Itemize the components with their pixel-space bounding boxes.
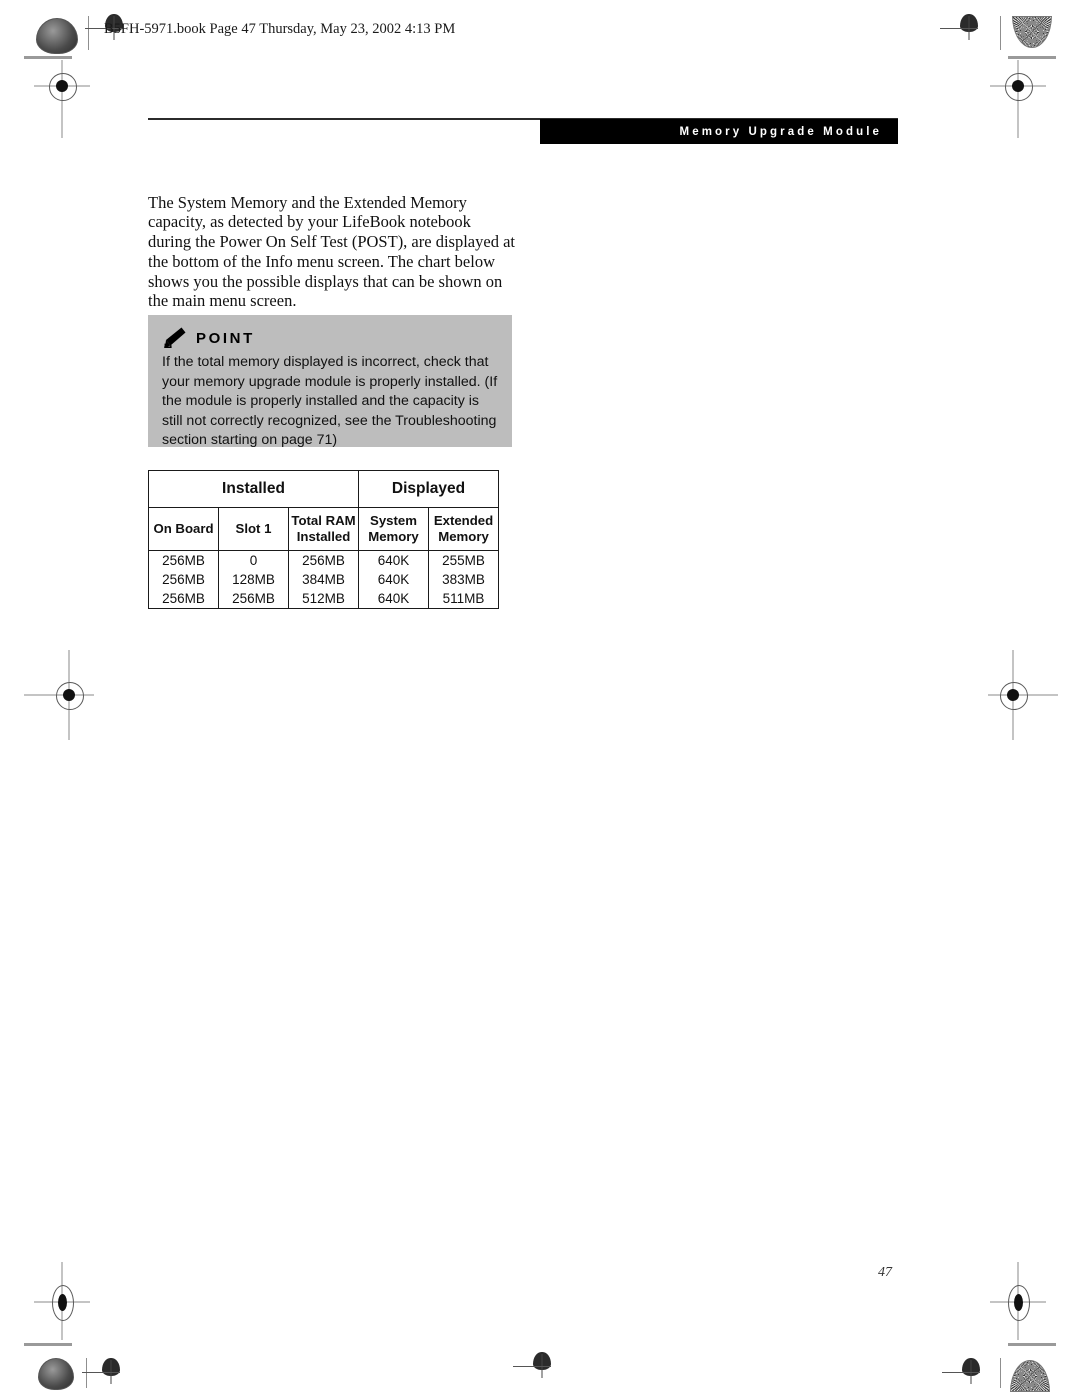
registration-mark-mid-right [988,650,1058,740]
trim-tick-bottom-right [1008,1343,1056,1346]
printer-mark-divider-bottom-left [86,1358,87,1388]
memory-configuration-table: Installed Displayed On Board Slot 1 Tota… [148,470,500,609]
point-callout-header: POINT [162,325,255,351]
table-column-header-extended-memory: Extended Memory [427,507,500,551]
document-page: B5FH-5971.book Page 47 Thursday, May 23,… [0,0,1080,1397]
cell-on-board: 256MB [148,589,219,609]
table-column-header-slot-1: Slot 1 [218,507,289,551]
cell-on-board: 256MB [148,550,219,570]
table-group-header-displayed: Displayed [357,470,500,508]
pencil-icon [162,326,187,351]
printer-rosette-bottom-right [1010,1360,1050,1392]
section-banner-title: Memory Upgrade Module [679,125,882,138]
printer-mark-divider-top-left [88,16,89,50]
table-row: 256MB 0 256MB 640K 255MB [148,550,500,570]
table-column-header-system-memory: System Memory [358,507,429,551]
table-column-header-row: On Board Slot 1 Total RAM Installed Syst… [148,507,500,551]
registration-mark-top-right [990,60,1046,138]
cell-extended-memory: 511MB [427,589,500,609]
trim-tick-top-left [24,56,72,59]
trim-tick-top-right [1008,56,1056,59]
printer-color-blob-bottom-left [38,1358,74,1390]
registration-mark-bottom-right [990,1262,1046,1340]
table-group-header-installed: Installed [148,470,359,508]
cell-extended-memory: 383MB [427,570,500,589]
header-line-2: Memory [368,529,419,544]
cell-system-memory: 640K [358,589,429,609]
header-line-1: Total RAM [291,513,356,528]
table-row: 256MB 128MB 384MB 640K 383MB [148,570,500,589]
cell-slot-1: 256MB [218,589,289,609]
cell-system-memory: 640K [358,550,429,570]
header-line-1: On Board [153,521,214,536]
header-line-1: Slot 1 [235,521,272,536]
cell-on-board: 256MB [148,570,219,589]
table-column-header-on-board: On Board [148,507,219,551]
header-line-1: System [370,513,417,528]
printer-pin-mark-bottom-right [942,1358,990,1392]
cell-total-ram: 256MB [288,550,359,570]
cell-extended-memory: 255MB [427,550,500,570]
registration-mark-bottom-left [34,1262,90,1340]
cell-slot-1: 128MB [218,570,289,589]
cell-system-memory: 640K [358,570,429,589]
printer-mark-divider-top-right [1000,16,1001,50]
table-column-header-total-ram-installed: Total RAM Installed [288,507,359,551]
header-line-2: Memory [438,529,489,544]
cell-total-ram: 512MB [288,589,359,609]
point-callout: POINT If the total memory displayed is i… [148,315,512,448]
table-row: 256MB 256MB 512MB 640K 511MB [148,589,500,609]
body-paragraph: The System Memory and the Extended Memor… [148,192,515,311]
trim-tick-bottom-left [24,1343,72,1346]
printer-color-blob-top-left [36,18,78,54]
printer-pin-mark-bottom-center [513,1352,561,1386]
cell-total-ram: 384MB [288,570,359,589]
table-group-header-row: Installed Displayed [148,470,500,508]
cell-slot-1: 0 [218,550,289,570]
registration-mark-top-left [34,60,90,138]
header-line-2: Installed [296,529,351,544]
printer-pin-mark-top-right [940,14,988,54]
printer-mark-divider-bottom-right [1000,1358,1001,1388]
header-line-1: Extended [433,513,494,528]
point-callout-title: POINT [196,329,255,347]
printer-pin-mark-bottom-left [82,1358,130,1392]
registration-mark-mid-left [24,650,94,740]
section-banner: Memory Upgrade Module [540,119,898,144]
point-callout-text: If the total memory displayed is incorre… [162,354,498,449]
printer-rosette-top-right [1012,16,1052,48]
page-number: 47 [878,1265,892,1280]
book-info-header: B5FH-5971.book Page 47 Thursday, May 23,… [104,21,456,37]
